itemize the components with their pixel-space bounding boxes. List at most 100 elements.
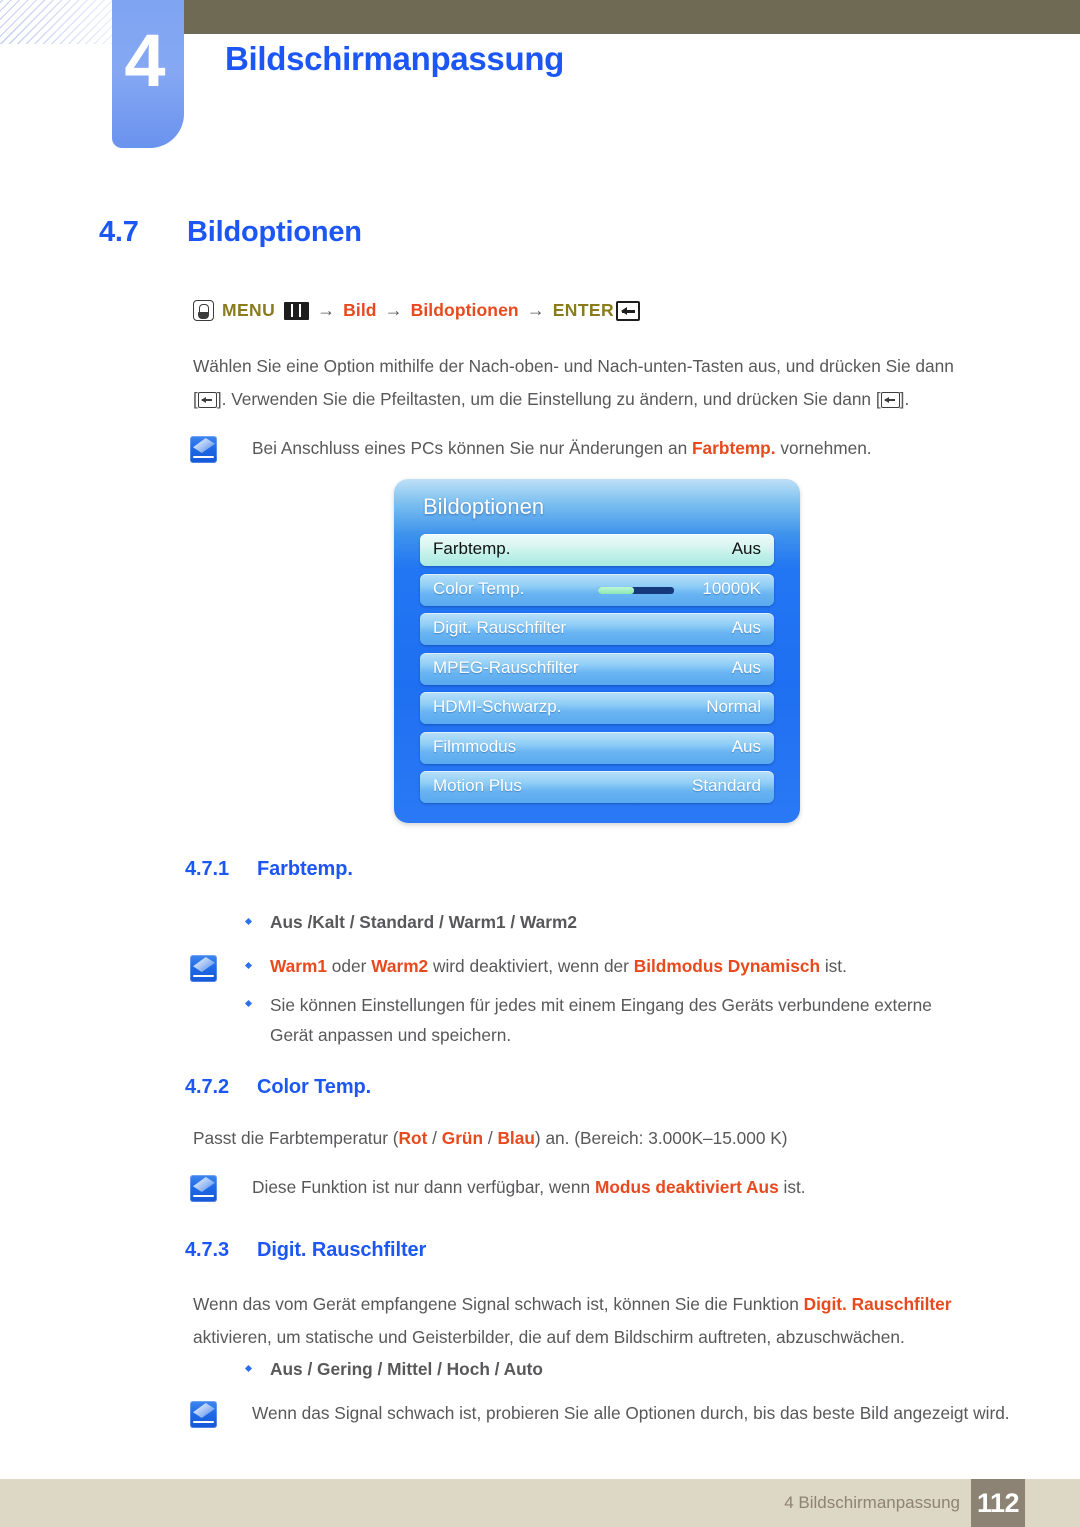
note-color-temp-2: ist. <box>778 1177 806 1197</box>
bullet-rauschfilter-options: Aus / Gering / Mittel / Hoch / Auto <box>244 1355 986 1383</box>
rauschfilter-options-text: Aus / Gering / Mittel / Hoch / Auto <box>270 1359 543 1379</box>
color-temp-sep-1: / <box>427 1128 442 1148</box>
subsection-title-472: Color Temp. <box>257 1076 372 1098</box>
blau-highlight: Blau <box>497 1128 535 1148</box>
subsection-title-471: Farbtemp. <box>257 858 353 880</box>
osd-row[interactable]: Filmmodus Aus <box>420 731 774 764</box>
note-color-temp: Diese Funktion ist nur dann verfügbar, w… <box>190 1172 990 1202</box>
note-pc-text: Bei Anschluss eines PCs können Sie nur Ä… <box>252 433 872 463</box>
osd-row-label: Digit. Rauschfilter <box>433 618 567 637</box>
note-farbtemp-end: ist. <box>820 956 847 976</box>
osd-row[interactable]: Digit. Rauschfilter Aus <box>420 613 774 645</box>
note-pencil-icon <box>190 1401 217 1428</box>
rot-highlight: Rot <box>398 1128 428 1148</box>
osd-row-value: Aus <box>731 618 761 637</box>
osd-row[interactable]: MPEG-Rauschfilter Aus <box>420 652 774 685</box>
note-pc-connection: Bei Anschluss eines PCs können Sie nur Ä… <box>190 433 990 463</box>
menu-label: MENU <box>222 300 276 320</box>
chapter-tab: 4 <box>112 0 184 148</box>
note-farbtemp-text-1: Warm1 oder Warm2 wird deaktiviert, wenn … <box>270 952 847 980</box>
warm2-highlight: Warm2 <box>371 956 429 976</box>
osd-row-value: Aus <box>731 539 761 558</box>
note-farbtemp: Warm1 oder Warm2 wird deaktiviert, wenn … <box>190 952 990 1045</box>
intro-line-1: Wählen Sie eine Option mithilfe der Nach… <box>193 356 954 376</box>
osd-row-value: Aus <box>731 736 761 756</box>
subsection-heading-472: 4.7.2 Color Temp. <box>185 1076 371 1099</box>
note-pc-before: Bei Anschluss eines PCs können Sie nur Ä… <box>252 438 692 458</box>
note-pencil-icon <box>190 955 217 982</box>
chapter-number: 4 <box>124 19 165 102</box>
note-farbtemp-body: Warm1 oder Warm2 wird deaktiviert, wenn … <box>217 952 957 1045</box>
digit-desc-2: aktivieren, um statische und Geisterbild… <box>193 1327 905 1347</box>
osd-row[interactable]: Farbtemp. Aus <box>420 534 774 566</box>
modus-deaktiviert-highlight: Modus deaktiviert Aus <box>594 1177 779 1197</box>
osd-row[interactable]: HDMI-Schwarzp. Normal <box>420 692 774 724</box>
osd-menu-panel: Bildoptionen Farbtemp. Aus Color Temp. 1000… <box>394 479 800 823</box>
note-farbtemp-bullet-1: Warm1 oder Warm2 wird deaktiviert, wenn … <box>244 952 986 980</box>
digit-desc-1: Wenn das vom Gerät empfangene Signal sch… <box>193 1294 804 1314</box>
path-arrow-1: → <box>317 300 336 320</box>
note-rauschfilter-text: Wenn das Signal schwach ist, probieren S… <box>252 1403 1010 1423</box>
subsection-number-472: 4.7.2 <box>185 1076 229 1098</box>
color-temp-desc-1: Passt die Farbtemperatur ( <box>193 1128 399 1148</box>
enter-return-icon <box>880 392 900 408</box>
color-temp-sep-2: / <box>483 1128 498 1148</box>
note-pc-after: vornehmen. <box>775 438 872 458</box>
gruen-highlight: Grün <box>441 1128 484 1148</box>
osd-row-value: Standard <box>692 776 761 795</box>
intro-paragraph: Wählen Sie eine Option mithilfe der Nach… <box>193 350 983 416</box>
color-temp-description: Passt die Farbtemperatur (Rot / Grün / B… <box>193 1122 983 1155</box>
osd-row[interactable]: Color Temp. 10000K <box>420 573 774 606</box>
bullet-diamond-icon <box>244 999 253 1008</box>
chapter-title: Bildschirmanpassung <box>225 40 565 77</box>
footer-chapter-label: 4 Bildschirmanpassung <box>784 1493 960 1512</box>
osd-row-value: Aus <box>731 657 761 677</box>
menu-path-item-bildoptionen: Bildoptionen <box>410 300 519 320</box>
osd-row-label: Motion Plus <box>433 776 522 795</box>
bullet-diamond-icon <box>244 961 253 970</box>
osd-slider-fill <box>598 586 635 594</box>
path-arrow-2: → <box>384 300 403 320</box>
menu-path-item-bild: Bild <box>343 300 377 320</box>
intro-line-2-b: ]. Verwenden Sie die Pfeiltasten, um die… <box>216 389 881 409</box>
bildmodus-dynamisch-highlight: Bildmodus Dynamisch <box>633 956 821 976</box>
osd-row[interactable]: Motion Plus Standard <box>420 771 774 803</box>
osd-slider[interactable] <box>598 586 674 594</box>
osd-row-label: Filmmodus <box>433 736 517 756</box>
note-farbtemp-bullet-2: Sie können Einstellungen für jedes mit e… <box>244 990 971 1050</box>
bullet-diamond-icon <box>244 1364 253 1373</box>
note-color-temp-1: Diese Funktion ist nur dann verfügbar, w… <box>252 1177 595 1197</box>
section-number: 4.7 <box>99 216 139 248</box>
page-title: 4.7 Bildoptionen <box>99 216 362 249</box>
subsection-number-471: 4.7.1 <box>185 858 229 880</box>
note-farbtemp-text-2: Sie können Einstellungen für jedes mit e… <box>270 995 932 1045</box>
path-arrow-3: → <box>526 300 545 320</box>
hand-press-icon <box>193 300 214 321</box>
subsection-heading-471: 4.7.1 Farbtemp. <box>185 858 353 881</box>
menu-path-breadcrumb: MENU → Bild → Bildoptionen → ENTER <box>193 300 641 321</box>
note-color-temp-text: Diese Funktion ist nur dann verfügbar, w… <box>252 1172 806 1202</box>
osd-row-label: HDMI-Schwarzp. <box>433 697 562 716</box>
decorative-hatch-pattern <box>0 0 112 44</box>
note-pencil-icon <box>190 436 217 463</box>
osd-row-label: Farbtemp. <box>433 539 511 558</box>
note-pencil-icon <box>190 1175 217 1202</box>
subsection-number-473: 4.7.3 <box>185 1239 229 1261</box>
digit-rauschfilter-highlight: Digit. Rauschfilter <box>803 1294 952 1314</box>
osd-row-label: MPEG-Rauschfilter <box>433 657 579 677</box>
enter-return-icon <box>197 392 217 408</box>
subsection-title-473: Digit. Rauschfilter <box>257 1239 427 1261</box>
warm1-highlight: Warm1 <box>270 956 327 976</box>
osd-menu-rows: Farbtemp. Aus Color Temp. 10000K Digit. Raus… <box>420 534 774 811</box>
bullet-diamond-icon <box>244 917 253 926</box>
menu-grid-icon <box>284 301 310 320</box>
bullet-farbtemp-options: Aus /Kalt / Standard / Warm1 / Warm2 <box>244 908 986 936</box>
osd-menu-title: Bildoptionen <box>423 494 545 519</box>
enter-return-icon <box>616 300 641 321</box>
header-olive-bar <box>184 0 1080 34</box>
enter-label: ENTER <box>552 300 615 320</box>
intro-line-2-c: ]. <box>899 389 910 409</box>
osd-row-value: Normal <box>706 697 761 716</box>
note-rauschfilter: Wenn das Signal schwach ist, probieren S… <box>190 1398 1010 1428</box>
note-farbtemp-conj: oder <box>326 956 372 976</box>
